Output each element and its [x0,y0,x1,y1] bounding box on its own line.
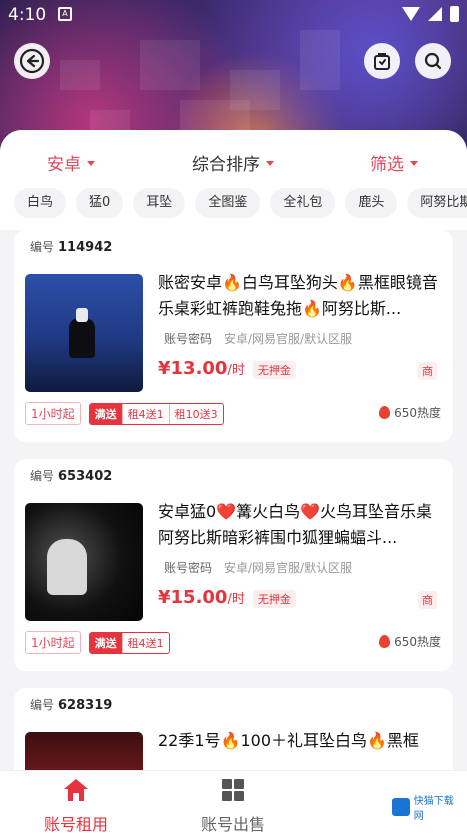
promo-tag: 满送 租4送1 [88,631,170,654]
listing-thumbnail [25,274,143,392]
sort-bar: 安卓 综合排序 筛选 [0,146,467,176]
chevron-down-icon [87,161,95,166]
character-figure [69,318,95,358]
search-button[interactable] [415,43,451,79]
listing-id: 编号 653402 [30,469,113,484]
price-row: ¥13.00/时 无押金 [158,358,296,379]
filter-label: 筛选 [370,155,404,175]
filter-triangle-icon [410,161,418,166]
price: ¥13.00/时 [158,358,245,379]
watermark: 快猫下载网 [388,790,467,824]
character-mask [76,308,88,322]
tag-row: 1小时起 满送 租4送1 [25,631,170,654]
nav-account-sell[interactable]: 账号出售 [173,777,293,833]
chip-keyword[interactable]: 耳坠 [133,188,186,218]
listing-thumbnail [25,503,143,621]
platform-label: 安卓 [47,155,81,175]
listing-meta: 账号密码 安卓/网易官服/默认区服 [164,330,352,347]
filter-button[interactable]: 筛选 [370,150,418,175]
nav-rent-label: 账号租用 [43,815,108,833]
filter-panel: 安卓 综合排序 筛选 白鸟 猛0 耳坠 全图鉴 全礼包 鹿头 阿努比斯 [0,130,467,230]
login-mode: 账号密码 [164,561,213,575]
listing-card[interactable]: 编号 628319 22季1号🔥100＋礼耳坠白鸟🔥黑框 [14,688,453,770]
flame-icon [379,635,391,648]
tag-row: 1小时起 满送 租4送1 租10送3 [25,402,224,425]
chip-keyword[interactable]: 阿努比斯 [407,188,467,218]
status-time: 4:10 [8,5,47,25]
server-info: 安卓/网易官服/默认区服 [224,332,353,346]
login-mode: 账号密码 [164,332,213,346]
watermark-logo-icon [392,798,410,816]
back-arrow-icon [19,48,45,74]
listing-title: 22季1号🔥100＋礼耳坠白鸟🔥黑框 [158,731,419,750]
status-app-icon: A [58,7,72,21]
chip-keyword[interactable]: 全礼包 [270,188,336,218]
status-bar: 4:10 A [0,0,467,30]
deposit-badge: 无押金 [252,590,296,608]
listing-title: 账密安卓🔥白鸟耳坠狗头🔥黑框眼镜音乐桌彩虹裤跑鞋兔拖🔥阿努比斯... [158,273,438,318]
merchant-badge: 商 [418,591,437,609]
listing-id: 编号 114942 [30,240,113,255]
price: ¥15.00/时 [158,587,245,608]
sort-label: 综合排序 [192,155,260,175]
min-rent-tag: 1小时起 [25,631,81,654]
nav-account-rent[interactable]: 账号租用 [16,777,136,833]
platform-dropdown[interactable]: 安卓 [47,150,95,175]
status-icons [402,6,459,22]
chip-keyword[interactable]: 全图鉴 [195,188,261,218]
chip-keyword[interactable]: 猛0 [76,188,124,218]
content-sheet: 安卓 综合排序 筛选 白鸟 猛0 耳坠 全图鉴 全礼包 鹿头 阿努比斯 编号 11… [0,130,467,770]
deposit-badge: 无押金 [252,361,296,379]
price-row: ¥15.00/时 无押金 [158,587,296,608]
home-icon [64,779,88,801]
promo-tag: 满送 租4送1 租10送3 [88,402,224,425]
listing-title: 安卓猛0❤️篝火白鸟❤️火鸟耳坠音乐桌阿努比斯暗彩裤围巾狐狸蝙蝠斗... [158,502,433,547]
server-info: 安卓/网易官服/默认区服 [224,561,353,575]
share-icon [374,53,390,70]
character-figure [47,539,87,595]
back-button[interactable] [14,43,50,79]
grid-icon [222,779,244,801]
chip-keyword[interactable]: 白鸟 [14,188,67,218]
listing-meta: 账号密码 安卓/网易官服/默认区服 [164,559,352,576]
signal-icon [428,7,442,21]
chevron-down-icon [266,161,274,166]
battery-icon [450,6,459,22]
heat-indicator: 650热度 [379,633,441,650]
heat-indicator: 650热度 [379,404,441,421]
min-rent-tag: 1小时起 [25,402,81,425]
wifi-icon [402,7,420,21]
listing-card[interactable]: 编号 653402 安卓猛0❤️篝火白鸟❤️火鸟耳坠音乐桌阿努比斯暗彩裤围巾狐狸蝙… [14,459,453,671]
search-icon [424,52,442,70]
listing-card[interactable]: 编号 114942 账密安卓🔥白鸟耳坠狗头🔥黑框眼镜音乐桌彩虹裤跑鞋兔拖🔥阿努比斯… [14,230,453,442]
sort-dropdown[interactable]: 综合排序 [192,150,274,175]
share-button[interactable] [364,43,400,79]
nav-sell-label: 账号出售 [200,815,265,833]
listing-id: 编号 628319 [30,698,113,713]
flame-icon [379,406,391,419]
merchant-badge: 商 [418,362,437,380]
chip-keyword[interactable]: 鹿头 [345,188,398,218]
keyword-chips: 白鸟 猛0 耳坠 全图鉴 全礼包 鹿头 阿努比斯 [14,188,467,218]
listing-thumbnail [25,732,143,770]
